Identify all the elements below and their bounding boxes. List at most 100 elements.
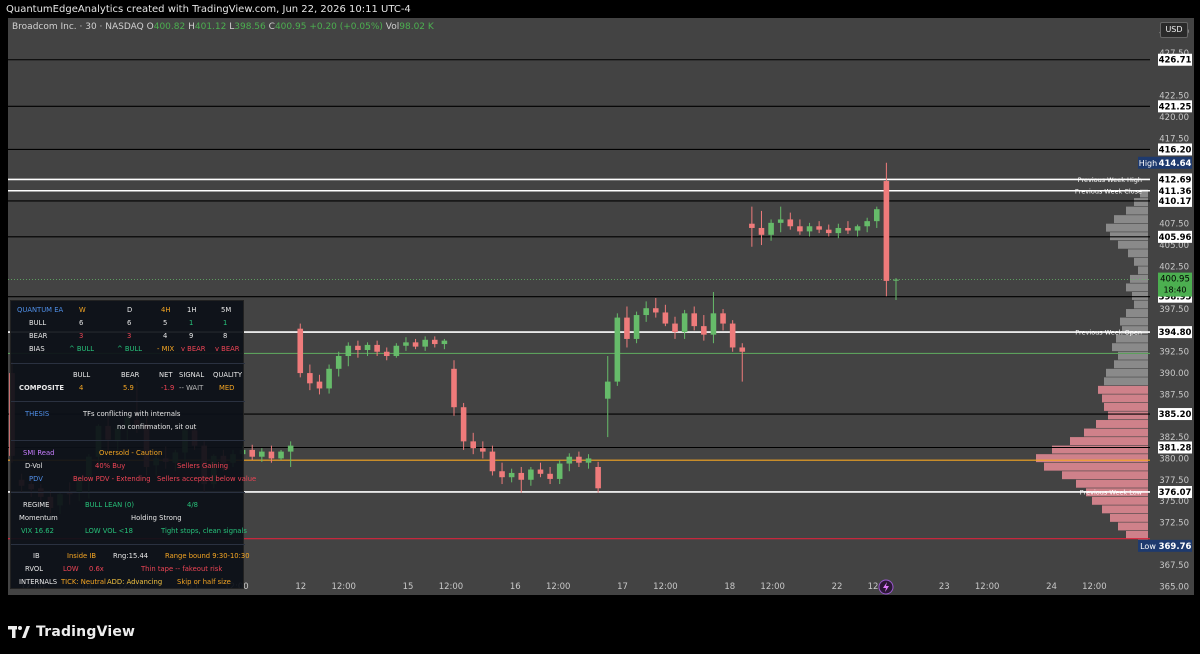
symbol-name: Broadcom Inc. · 30 · NASDAQ xyxy=(12,22,144,32)
candle-body xyxy=(797,226,803,232)
candle-body xyxy=(345,345,352,357)
rvol-mult: 0.6x xyxy=(89,565,104,573)
candle-body xyxy=(614,317,621,382)
marker-price-label: 369.76 xyxy=(1159,542,1192,552)
bear-w: 3 xyxy=(79,332,84,340)
composite-col-quality: QUALITY xyxy=(213,371,243,379)
regime-label: REGIME xyxy=(23,501,50,509)
volume-profile-bar xyxy=(1110,513,1148,522)
composite-label: COMPOSITE xyxy=(19,384,64,392)
price-tick-label: 422.50 xyxy=(1159,92,1189,102)
ib-value: Inside IB xyxy=(67,552,97,560)
vix-row: VIX 16.62 LOW VOL <18 Tight stops, clean… xyxy=(11,525,247,537)
dvol-row: D-Vol 40% Buy Sellers Gaining xyxy=(11,460,245,472)
change-value: +0.20 (+0.05%) xyxy=(309,22,383,32)
col-d: D xyxy=(127,306,133,314)
candle-body xyxy=(825,229,832,234)
candle-body xyxy=(307,373,313,384)
bias-4h: - MIX xyxy=(157,345,175,353)
candle-body xyxy=(451,368,457,408)
high-value: 401.12 xyxy=(194,22,227,32)
candle-body xyxy=(835,227,842,234)
col-1h: 1H xyxy=(187,306,197,314)
time-tick-label: 12:00 xyxy=(760,582,785,592)
candle-body xyxy=(873,209,880,222)
bias-row: BIAS ^ BULL ^ BULL - MIX v BEAR v BEAR xyxy=(11,343,245,355)
volume-profile-bar xyxy=(1102,394,1148,403)
volume-profile-bar xyxy=(1126,530,1148,539)
currency-button[interactable]: USD xyxy=(1160,22,1188,38)
candle-body xyxy=(287,445,294,452)
candle-body xyxy=(335,356,342,369)
high-label: H xyxy=(188,22,195,32)
time-tick-label: 12:00 xyxy=(653,582,678,592)
candle-body xyxy=(441,340,448,345)
bear-1h: 9 xyxy=(189,332,194,340)
time-tick-label: 22 xyxy=(832,582,843,592)
price-level-label: 421.25 xyxy=(1159,102,1192,112)
volume-profile-bar xyxy=(1134,198,1148,207)
time-tick-label: 12:00 xyxy=(975,582,1000,592)
candle-body xyxy=(749,223,755,228)
panel-divider xyxy=(11,440,245,441)
col-5m: 5M xyxy=(221,306,232,314)
bull-row: BULL 6 6 5 1 1 xyxy=(11,317,245,329)
price-level-name: Previous Week Open xyxy=(1075,329,1142,337)
price-tick-label: 377.50 xyxy=(1159,476,1189,486)
bear-row: BEAR 3 3 4 9 8 xyxy=(11,330,245,342)
volume-profile-bar xyxy=(1126,206,1148,215)
candle-body xyxy=(652,308,659,313)
volume-profile-bar xyxy=(1044,462,1148,471)
vix-label: VIX 16.62 xyxy=(21,527,54,535)
volume-profile-bar xyxy=(1106,368,1148,377)
time-tick-label: 17 xyxy=(617,582,628,592)
candle-body xyxy=(816,226,822,230)
volume-profile-bar xyxy=(1062,471,1148,480)
candle-body xyxy=(383,351,390,357)
composite-signal: -- WAIT xyxy=(179,384,204,392)
volume-profile-bar xyxy=(1112,343,1148,352)
candle-body xyxy=(691,313,698,327)
event-marker-icon[interactable] xyxy=(878,579,894,595)
price-tick-label: 387.50 xyxy=(1159,390,1189,400)
pdv-label: PDV xyxy=(29,475,43,483)
candle-body xyxy=(556,463,563,479)
thesis-row: THESIS TFs conflicting with internals xyxy=(11,408,245,420)
momentum-row: Momentum Holding Strong xyxy=(11,512,245,524)
candle-body xyxy=(701,326,707,335)
dvol-label: D-Vol xyxy=(25,462,43,470)
marker-tag: High xyxy=(1139,159,1157,168)
price-tick-label: 375.00 xyxy=(1159,497,1189,507)
volume-profile-bar xyxy=(1132,291,1148,300)
candle-body xyxy=(355,345,361,351)
bias-1h: v BEAR xyxy=(181,345,206,353)
candle-body xyxy=(480,448,486,452)
price-tick-label: 402.50 xyxy=(1159,262,1189,272)
candle-body xyxy=(643,308,649,316)
dvol-note: Sellers Gaining xyxy=(177,462,229,470)
regime-value: BULL LEAN (0) xyxy=(85,501,134,509)
volume-profile-bar xyxy=(1108,411,1148,420)
marker-tag: Low xyxy=(1140,542,1156,551)
composite-col-bull: BULL xyxy=(73,371,91,379)
candle-body xyxy=(758,227,765,235)
price-tick-label: 420.00 xyxy=(1159,113,1189,123)
price-tick-label: 390.00 xyxy=(1159,369,1189,379)
price-level-label: 410.17 xyxy=(1159,197,1192,207)
tradingview-logo[interactable]: TradingView xyxy=(8,624,135,640)
candle-body xyxy=(326,368,332,389)
candle-body xyxy=(806,226,813,232)
open-value: 400.82 xyxy=(153,22,186,32)
time-tick-label: 12:00 xyxy=(1082,582,1107,592)
candle-body xyxy=(364,344,371,351)
candle-body xyxy=(259,451,265,457)
composite-header-row: BULL BEAR NET SIGNAL QUALITY xyxy=(11,369,245,381)
candle-body xyxy=(672,323,678,333)
volume-profile-bar xyxy=(1098,385,1148,394)
time-tick-label: 15 xyxy=(403,582,414,592)
panel-divider xyxy=(11,401,245,402)
volume-profile-bar xyxy=(1092,496,1148,505)
ib-note: Range bound 9:30-10:30 xyxy=(165,552,250,560)
candle-body xyxy=(374,344,380,352)
candle-body xyxy=(883,181,890,281)
